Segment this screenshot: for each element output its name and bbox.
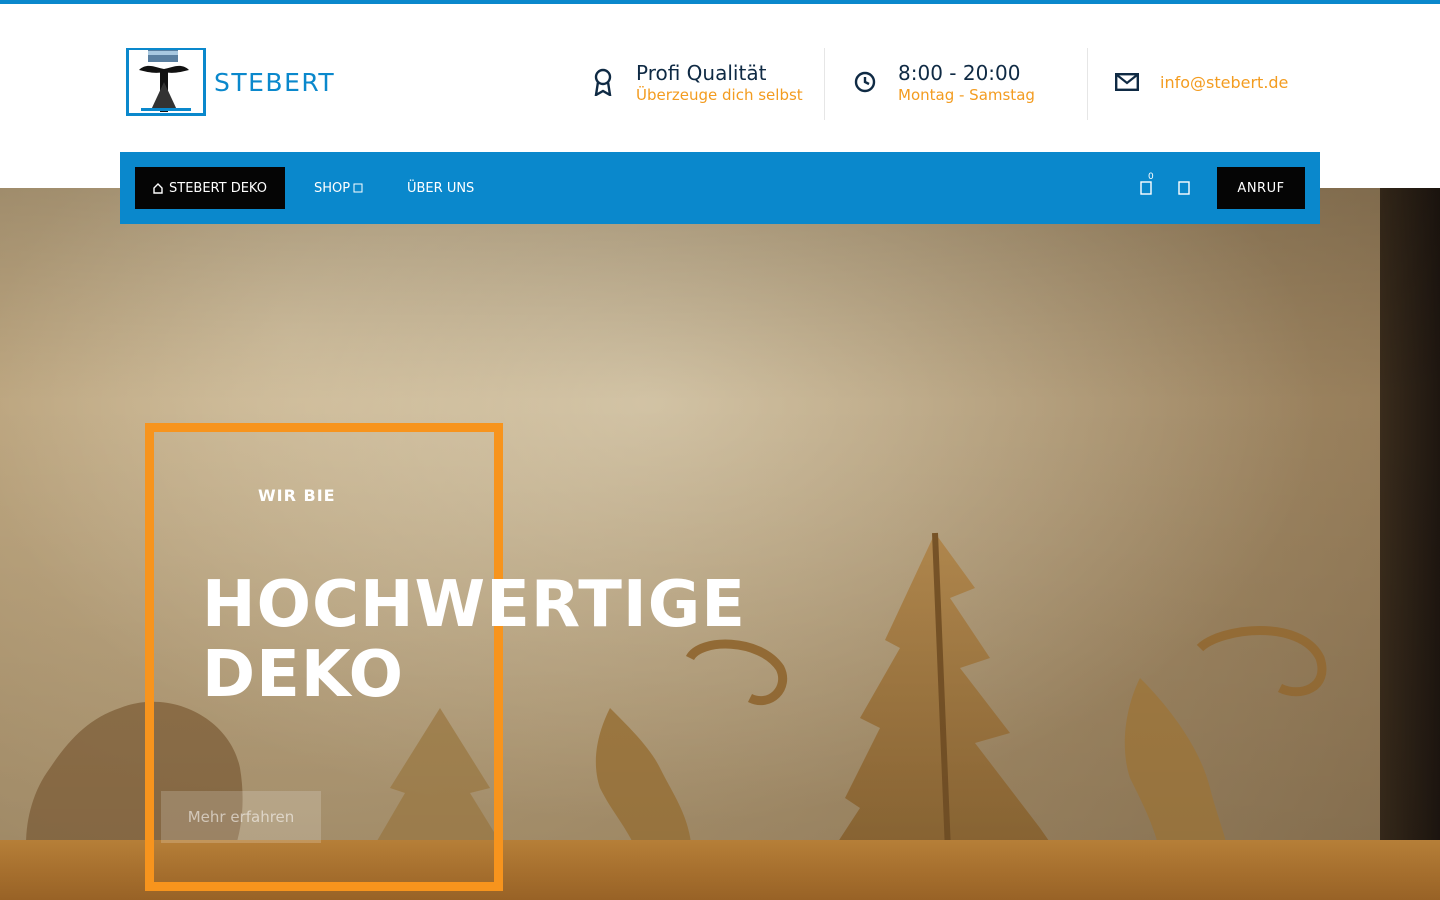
hours-title: 8:00 - 20:00 — [898, 60, 1021, 85]
quality-info: Profi Qualität Überzeuge dich selbst — [590, 44, 820, 120]
hero-kicker: WIR BIE — [258, 486, 334, 505]
header-divider — [824, 48, 825, 120]
clock-icon — [852, 67, 878, 97]
logo-mark — [126, 48, 206, 116]
nav-shop[interactable]: SHOP — [314, 167, 363, 209]
nav-shop-label: SHOP — [314, 180, 351, 196]
nav-stebert-deko-label: STEBERT DEKO — [169, 180, 267, 196]
contact-info: info@stebert.de — [1114, 44, 1324, 120]
nav-about[interactable]: ÜBER UNS — [407, 167, 474, 209]
hero-cta-button[interactable]: Mehr erfahren — [161, 791, 321, 843]
hours-subtitle: Montag - Samstag — [898, 85, 1035, 104]
call-button[interactable]: ANRUF — [1217, 167, 1305, 209]
hero-headline-line1: HOCHWERTIGE — [202, 568, 746, 642]
quality-subtitle: Überzeuge dich selbst — [636, 85, 803, 104]
cart-count-badge: 0 — [1148, 172, 1154, 182]
hero-headline: HOCHWERTIGE DEKO — [202, 570, 746, 710]
contact-email[interactable]: info@stebert.de — [1160, 73, 1288, 92]
header-divider — [1087, 48, 1088, 120]
hero-headline-line2: DEKO — [202, 638, 404, 712]
quality-title: Profi Qualität — [636, 60, 767, 85]
site-logo[interactable]: STEBERT — [126, 46, 366, 118]
chevron-down-icon — [353, 183, 363, 193]
mail-icon — [1114, 67, 1140, 97]
search-icon[interactable] — [1174, 176, 1198, 200]
logo-wordmark: STEBERT — [214, 67, 336, 97]
nav-stebert-deko-button[interactable]: STEBERT DEKO — [135, 167, 285, 209]
nav-about-label: ÜBER UNS — [407, 180, 475, 196]
award-icon — [590, 67, 616, 97]
home-icon — [153, 183, 163, 194]
main-navbar: STEBERT DEKO SHOP ÜBER UNS 0 ANRUF — [120, 152, 1320, 224]
hours-info: 8:00 - 20:00 Montag - Samstag — [852, 44, 1082, 120]
